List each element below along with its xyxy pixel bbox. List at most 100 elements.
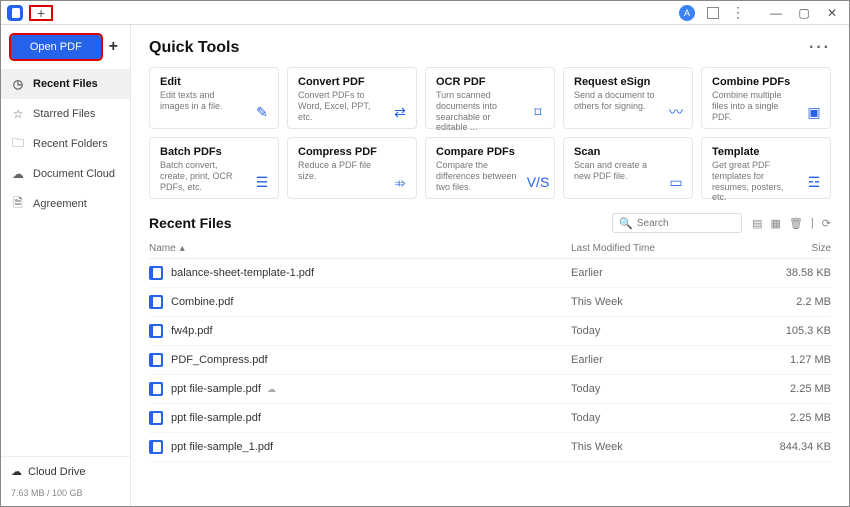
minimize-button[interactable]: — bbox=[767, 6, 785, 20]
tool-desc: Batch convert, create, print, OCR PDFs, … bbox=[160, 160, 245, 192]
window-mode-icon[interactable] bbox=[707, 7, 719, 19]
tool-template[interactable]: TemplateGet great PDF templates for resu… bbox=[701, 137, 831, 199]
sidebar-item-starred-files[interactable]: ☆ Starred Files bbox=[1, 99, 130, 129]
edit-icon: ✎ bbox=[252, 102, 272, 122]
account-avatar[interactable]: A bbox=[679, 5, 695, 21]
cloud-drive-link[interactable]: ☁ Cloud Drive bbox=[1, 456, 130, 486]
tool-desc: Send a document to others for signing. bbox=[574, 90, 659, 112]
file-modified: Today bbox=[571, 412, 771, 424]
tool-title: Convert PDF bbox=[298, 76, 408, 88]
file-row[interactable]: ppt file-sample_1.pdfThis Week844.34 KB bbox=[149, 433, 831, 462]
tool-edit[interactable]: EditEdit texts and images in a file.✎ bbox=[149, 67, 279, 129]
column-name-header[interactable]: Name ▴ bbox=[149, 243, 571, 254]
file-name: Combine.pdf bbox=[171, 296, 571, 308]
quick-tools-title: Quick Tools bbox=[149, 39, 239, 57]
refresh-icon[interactable]: ⟳ bbox=[822, 217, 831, 230]
sidebar-item-label: Starred Files bbox=[33, 108, 95, 120]
column-size-header[interactable]: Size bbox=[771, 243, 831, 254]
tool-title: Edit bbox=[160, 76, 270, 88]
tool-title: Compare PDFs bbox=[436, 146, 546, 158]
pdf-file-icon bbox=[149, 440, 163, 454]
column-modified-header[interactable]: Last Modified Time bbox=[571, 243, 771, 254]
open-pdf-button[interactable]: Open PDF bbox=[11, 35, 101, 59]
more-menu[interactable]: ⋮ bbox=[731, 4, 745, 21]
ocr-icon: ⌑ bbox=[528, 102, 548, 122]
file-icon: 🗎 bbox=[11, 197, 25, 211]
tool-batch-pdfs[interactable]: Batch PDFsBatch convert, create, print, … bbox=[149, 137, 279, 199]
tool-title: OCR PDF bbox=[436, 76, 546, 88]
folder-icon: 🗀 bbox=[11, 137, 25, 151]
file-modified: Earlier bbox=[571, 267, 771, 279]
file-row[interactable]: Combine.pdfThis Week2.2 MB bbox=[149, 288, 831, 317]
file-size: 38.58 KB bbox=[771, 267, 831, 279]
scan-icon: ▭ bbox=[666, 172, 686, 192]
file-size: 105.3 KB bbox=[771, 325, 831, 337]
file-row[interactable]: fw4p.pdfToday105.3 KB bbox=[149, 317, 831, 346]
file-size: 2.25 MB bbox=[771, 412, 831, 424]
tool-request-esign[interactable]: Request eSign Send a document to others f… bbox=[563, 67, 693, 129]
cloud-drive-label: Cloud Drive bbox=[28, 466, 85, 478]
pdf-file-icon bbox=[149, 266, 163, 280]
file-row[interactable]: PDF_Compress.pdfEarlier1.27 MB bbox=[149, 346, 831, 375]
compress-icon: ⤃ bbox=[390, 172, 410, 192]
esign-icon: 〰 bbox=[666, 102, 686, 122]
main-content: Quick Tools ··· EditEdit texts and image… bbox=[131, 25, 849, 506]
pdf-file-icon bbox=[149, 353, 163, 367]
separator: | bbox=[811, 217, 814, 230]
sort-asc-icon: ▴ bbox=[180, 243, 185, 254]
file-row[interactable]: ppt file-sample.pdfToday2.25 MB bbox=[149, 404, 831, 433]
new-tab-button[interactable]: + bbox=[29, 5, 53, 21]
file-name: balance-sheet-template-1.pdf bbox=[171, 267, 571, 279]
clock-icon: ◷ bbox=[11, 77, 25, 91]
close-button[interactable]: ✕ bbox=[823, 6, 841, 20]
pdf-file-icon bbox=[149, 295, 163, 309]
file-name: ppt file-sample_1.pdf bbox=[171, 441, 571, 453]
tool-compress-pdf[interactable]: Compress PDFReduce a PDF file size.⤃ bbox=[287, 137, 417, 199]
batch-icon: ☰ bbox=[252, 172, 272, 192]
tool-convert-pdf[interactable]: Convert PDFConvert PDFs to Word, Excel, … bbox=[287, 67, 417, 129]
sidebar-item-document-cloud[interactable]: ☁ Document Cloud bbox=[1, 159, 130, 189]
sidebar-item-label: Document Cloud bbox=[33, 168, 115, 180]
file-name: ppt file-sample.pdf ☁ bbox=[171, 383, 571, 395]
sidebar-item-recent-folders[interactable]: 🗀Recent Folders bbox=[1, 129, 130, 159]
cloud-sync-icon: ☁ bbox=[267, 384, 276, 395]
file-row[interactable]: balance-sheet-template-1.pdfEarlier38.58… bbox=[149, 259, 831, 288]
tool-title: Request eSign bbox=[574, 76, 684, 88]
sidebar-item-label: Agreement bbox=[33, 198, 87, 210]
sidebar-item-label: Recent Files bbox=[33, 78, 98, 90]
file-modified: Today bbox=[571, 325, 771, 337]
tool-scan[interactable]: ScanScan and create a new PDF file.▭ bbox=[563, 137, 693, 199]
file-row[interactable]: ppt file-sample.pdf ☁Today2.25 MB bbox=[149, 375, 831, 404]
quick-tools-more[interactable]: ··· bbox=[809, 39, 831, 57]
tool-combine-pdfs[interactable]: Combine PDFsCombine multiple files into … bbox=[701, 67, 831, 129]
convert-icon: ⇄ bbox=[390, 102, 410, 122]
tool-desc: Combine multiple files into a single PDF… bbox=[712, 90, 797, 122]
file-modified: This Week bbox=[571, 441, 771, 453]
storage-usage: 7.63 MB / 100 GB bbox=[1, 486, 130, 506]
star-icon: ☆ bbox=[11, 107, 25, 121]
open-plus-button[interactable]: + bbox=[107, 38, 120, 56]
cloud-icon: ☁ bbox=[11, 167, 25, 181]
maximize-button[interactable]: ▢ bbox=[795, 6, 813, 20]
file-modified: Today bbox=[571, 383, 771, 395]
tool-title: Compress PDF bbox=[298, 146, 408, 158]
file-size: 844.34 KB bbox=[771, 441, 831, 453]
file-modified: This Week bbox=[571, 296, 771, 308]
tool-desc: Scan and create a new PDF file. bbox=[574, 160, 659, 182]
recent-files-title: Recent Files bbox=[149, 215, 231, 231]
sidebar-item-agreement[interactable]: 🗎 Agreement bbox=[1, 189, 130, 219]
combine-icon: ▣ bbox=[804, 102, 824, 122]
delete-icon[interactable]: 🗑 bbox=[789, 217, 803, 230]
view-grid-icon[interactable]: ▦ bbox=[771, 217, 781, 230]
tool-ocr-pdf[interactable]: OCR PDFTurn scanned documents into searc… bbox=[425, 67, 555, 129]
pdf-file-icon bbox=[149, 411, 163, 425]
view-list-icon[interactable]: ▤ bbox=[752, 217, 762, 230]
titlebar: + A ⋮ — ▢ ✕ bbox=[1, 1, 849, 25]
template-icon: ☲ bbox=[804, 172, 824, 192]
search-box[interactable]: 🔍 bbox=[612, 213, 742, 233]
tool-desc: Turn scanned documents into searchable o… bbox=[436, 90, 521, 133]
sidebar-item-recent-files[interactable]: ◷ Recent Files bbox=[1, 69, 130, 99]
pdf-file-icon bbox=[149, 324, 163, 338]
tool-compare-pdfs[interactable]: Compare PDFsCompare the differences betw… bbox=[425, 137, 555, 199]
search-input[interactable] bbox=[637, 218, 735, 229]
